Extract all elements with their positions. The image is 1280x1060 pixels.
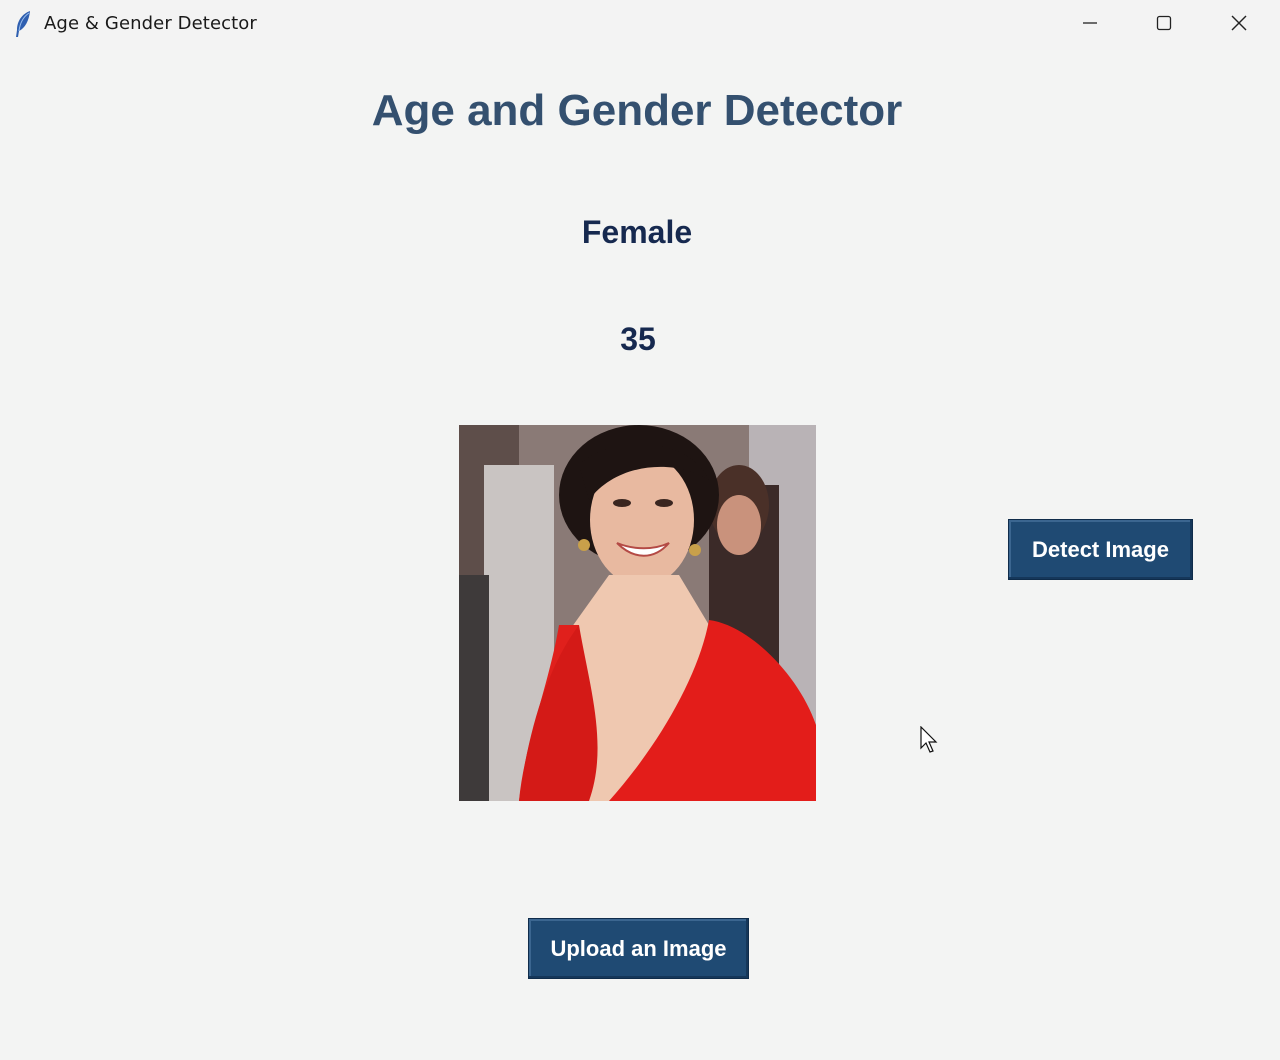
feather-icon [12,10,34,38]
detect-image-button[interactable]: Detect Image [1008,519,1193,580]
title-bar[interactable]: Age & Gender Detector [0,0,1280,50]
minimize-icon [1081,14,1099,37]
maximize-icon [1155,14,1173,37]
age-result-label: 35 [620,321,656,357]
main-panel: Age and Gender Detector Female 35 Detect… [0,50,1280,1060]
maximize-button[interactable] [1128,0,1200,50]
close-button[interactable] [1203,0,1275,50]
page-title: Age and Gender Detector [371,86,903,135]
minimize-button[interactable] [1054,0,1126,50]
window-title: Age & Gender Detector [44,13,257,34]
app-window: Age & Gender Detector Age and Gender Det… [0,0,1280,1060]
gender-result-label: Female [581,214,693,250]
mouse-pointer-icon [920,725,938,754]
close-icon [1230,14,1248,37]
upload-image-button[interactable]: Upload an Image [528,918,749,979]
uploaded-photo [459,425,816,801]
